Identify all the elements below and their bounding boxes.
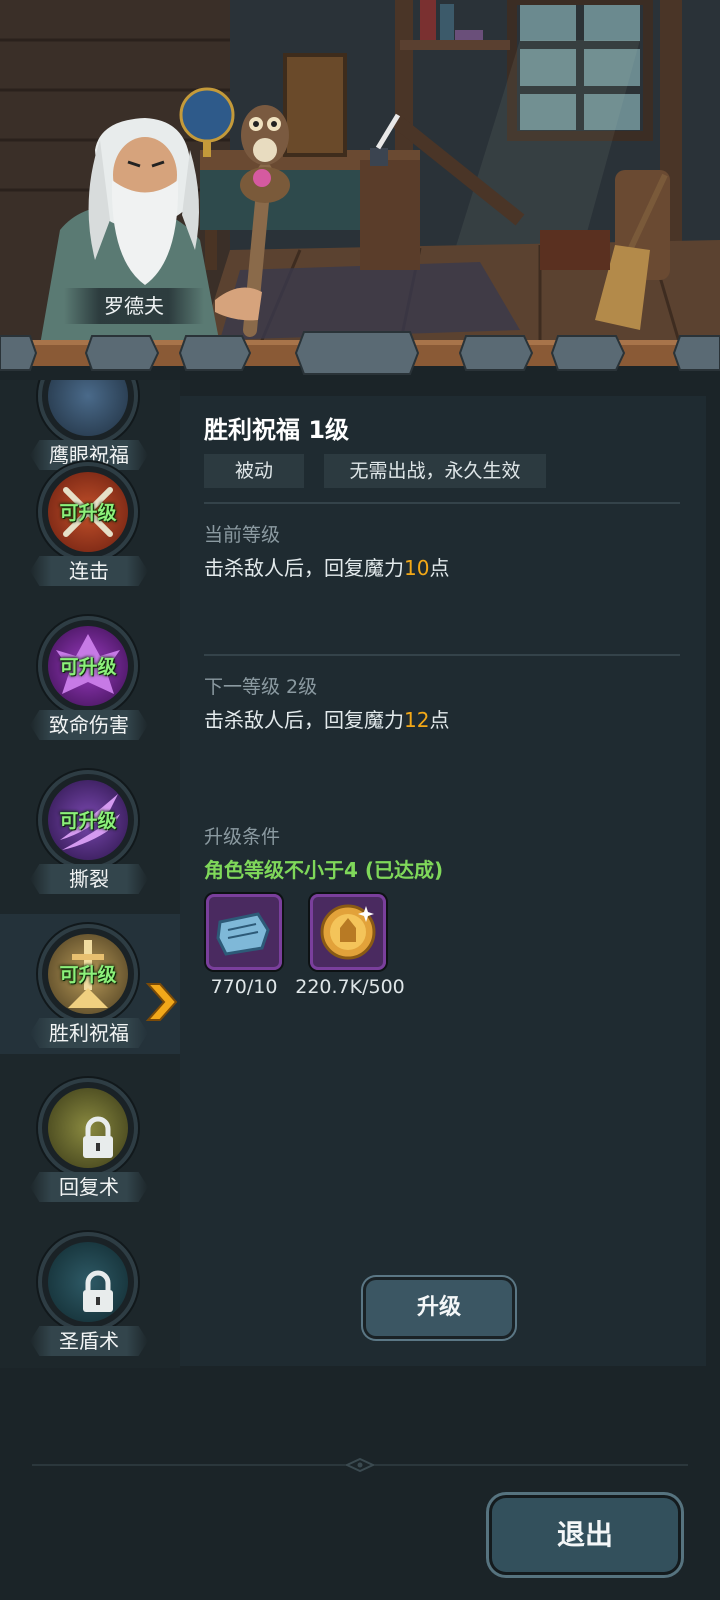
item-count-scroll: 770/10 [210, 976, 278, 998]
lock-icon [83, 1270, 113, 1312]
skill-item-heal[interactable]: 回复术 [0, 1068, 180, 1208]
upgrade-condition-title: 升级条件 [204, 826, 281, 848]
skill-label: 连击 [30, 556, 148, 586]
upgradeable-badge: 可升级 [59, 502, 117, 524]
skill-label: 胜利祝福 [30, 1018, 148, 1048]
upgradeable-badge: 可升级 [59, 810, 117, 832]
item-count-gold: 220.7K/500 [295, 976, 405, 998]
skill-list[interactable]: 鹰眼祝福 可升级 连击 可升级 致命伤害 可升级 撕裂 可升级 胜利祝福 回复术… [0, 380, 180, 1368]
upgrade-button[interactable]: 升级 [366, 1280, 512, 1336]
skill-item-combo[interactable]: 可升级 连击 [0, 452, 180, 592]
eye-blessing-icon [48, 380, 128, 436]
skill-title: 胜利祝福 1级 [204, 416, 350, 444]
lock-icon [83, 1116, 113, 1158]
tag-passive: 被动 [204, 454, 304, 488]
next-level-title: 下一等级 2级 [204, 676, 318, 698]
skill-item-holy-shield[interactable]: 圣盾术 [0, 1222, 180, 1362]
current-level-title: 当前等级 [204, 524, 281, 546]
current-value: 10 [404, 556, 430, 580]
next-level-effect: 击杀敌人后，回复魔力12点 [204, 708, 450, 732]
gold-coin-icon [320, 904, 376, 960]
selected-arrow-icon [145, 983, 178, 1021]
item-gold-coin[interactable] [310, 894, 386, 970]
upgradeable-badge: 可升级 [59, 964, 117, 986]
skill-scroll-icon [216, 912, 270, 956]
decorative-rail [0, 331, 720, 375]
skill-orb: 可升级 [38, 616, 138, 716]
current-level-effect: 击杀敌人后，回复魔力10点 [204, 556, 450, 580]
upgrade-condition-text: 角色等级不小于4 (已达成) [204, 858, 444, 882]
tag-permanent: 无需出战，永久生效 [324, 454, 546, 488]
heal-skill-icon [48, 1088, 128, 1168]
holy-shield-icon [48, 1242, 128, 1322]
scene-banner: 罗德夫 [0, 0, 720, 345]
npc-name-label: 罗德夫 [64, 288, 204, 324]
skill-orb: 可升级 [38, 462, 138, 562]
skill-detail-panel: 胜利祝福 1级 被动 无需出战，永久生效 当前等级 击杀敌人后，回复魔力10点 … [180, 396, 706, 1366]
divider [204, 654, 680, 656]
skill-orb [38, 1232, 138, 1332]
skill-label: 撕裂 [30, 864, 148, 894]
skill-item-fatal-damage[interactable]: 可升级 致命伤害 [0, 606, 180, 746]
exit-button[interactable]: 退出 [492, 1498, 678, 1572]
skill-orb: 可升级 [38, 924, 138, 1024]
skill-orb [38, 380, 138, 446]
skill-label: 回复术 [30, 1172, 148, 1202]
skill-orb [38, 1078, 138, 1178]
divider [204, 502, 680, 504]
next-value: 12 [404, 708, 430, 732]
upgradeable-badge: 可升级 [59, 656, 117, 678]
item-skill-scroll[interactable] [206, 894, 282, 970]
divider-ornament-icon [346, 1458, 374, 1472]
skill-orb: 可升级 [38, 770, 138, 870]
skill-item-tear[interactable]: 可升级 撕裂 [0, 760, 180, 900]
skill-label: 圣盾术 [30, 1326, 148, 1356]
skill-label: 致命伤害 [30, 710, 148, 740]
